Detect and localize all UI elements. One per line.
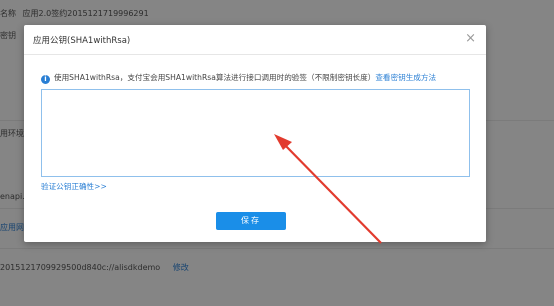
verify-key-link[interactable]: 验证公钥正确性>> <box>41 181 107 192</box>
key-generation-link[interactable]: 查看密钥生成方法 <box>375 73 436 82</box>
modal-title: 应用公钥(SHA1withRsa) <box>33 36 131 46</box>
notice-line: i 使用SHA1withRsa，支付宝会用SHA1withRsa算法进行接口调用时… <box>41 72 481 84</box>
notice-text: 使用SHA1withRsa，支付宝会用SHA1withRsa算法进行接口调用时的… <box>54 73 376 82</box>
close-icon[interactable]: × <box>465 31 476 47</box>
public-key-textarea[interactable] <box>41 89 470 177</box>
save-button[interactable]: 保存 <box>216 212 286 230</box>
modal-header: 应用公钥(SHA1withRsa) × <box>24 25 486 55</box>
info-circle-icon: i <box>41 75 50 84</box>
public-key-modal: 应用公钥(SHA1withRsa) × i 使用SHA1withRsa，支付宝会用… <box>24 25 486 242</box>
